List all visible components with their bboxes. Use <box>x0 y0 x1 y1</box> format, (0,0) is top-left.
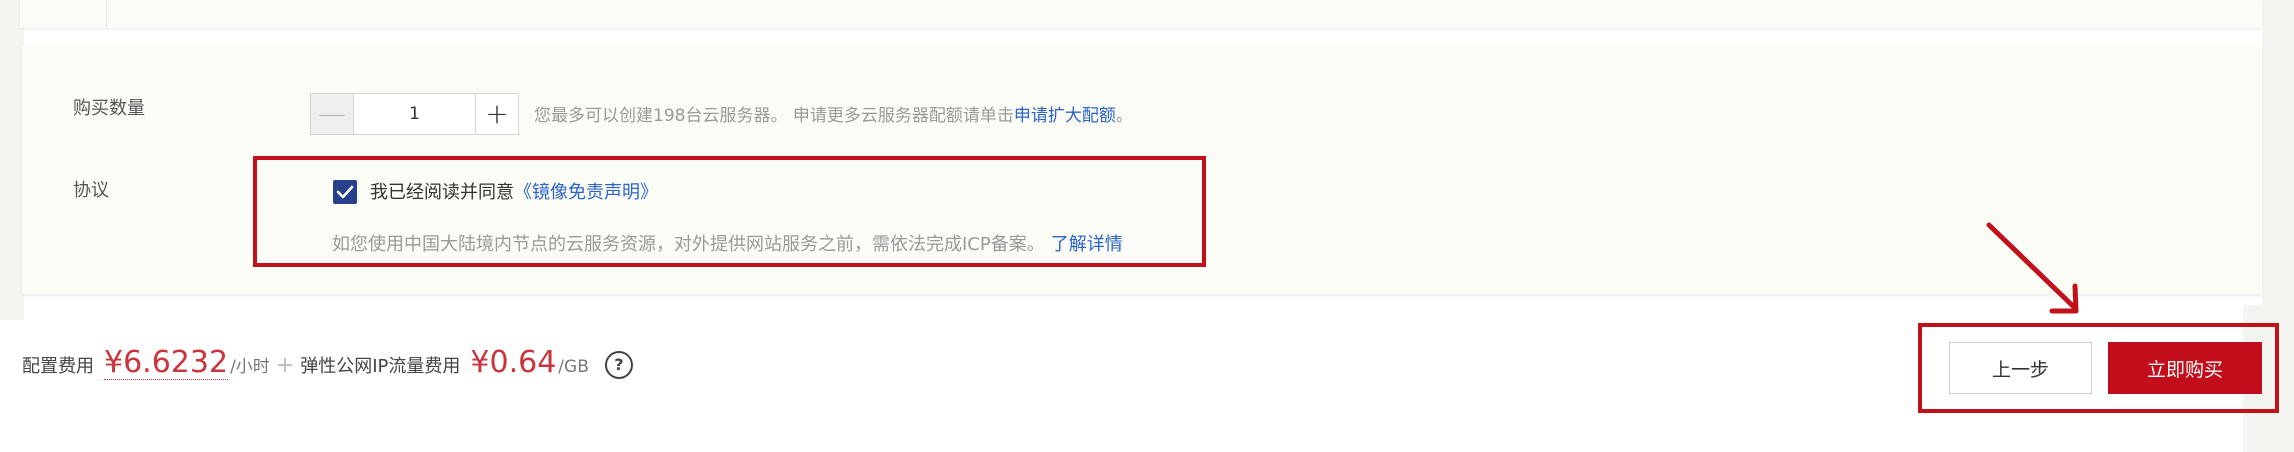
config-fee-label: 配置费用 <box>22 356 94 377</box>
cost-summary: 配置费用 ¥6.6232 /小时 + 弹性公网IP流量费用 ¥0.64 /GB … <box>22 346 633 380</box>
annotation-highlight-buttons <box>1918 323 2279 413</box>
increment-button[interactable]: + <box>475 94 518 134</box>
traffic-fee-label: 弹性公网IP流量费用 <box>300 356 461 377</box>
decrement-button[interactable]: — <box>311 94 354 134</box>
quantity-stepper[interactable]: — 1 + <box>310 93 519 135</box>
quantity-input[interactable]: 1 <box>354 94 475 134</box>
plus-sign: + <box>275 353 295 378</box>
quota-hint: 您最多可以创建198台云服务器。 申请更多云服务器配额请单击申请扩大配额。 <box>534 101 1133 126</box>
previous-section-panel <box>20 0 2262 28</box>
agreement-label: 协议 <box>73 180 109 201</box>
quota-hint-suffix: 。 <box>1115 106 1133 126</box>
help-icon[interactable]: ? <box>604 350 633 379</box>
annotation-arrow-icon <box>1986 222 2079 314</box>
config-fee-price: ¥6.6232 <box>104 345 229 380</box>
apply-quota-link[interactable]: 申请扩大配额 <box>1014 106 1116 126</box>
annotation-highlight-agreement <box>253 156 1206 267</box>
quantity-label: 购买数量 <box>73 98 145 119</box>
panel-divider <box>106 0 107 28</box>
page-background-left <box>0 0 24 320</box>
traffic-fee-price: ¥0.64 <box>470 345 557 380</box>
quota-hint-text: 您最多可以创建198台云服务器。 申请更多云服务器配额请单击 <box>534 106 1014 126</box>
traffic-fee-unit: /GB <box>558 357 589 377</box>
config-fee-unit: /小时 <box>230 357 270 377</box>
